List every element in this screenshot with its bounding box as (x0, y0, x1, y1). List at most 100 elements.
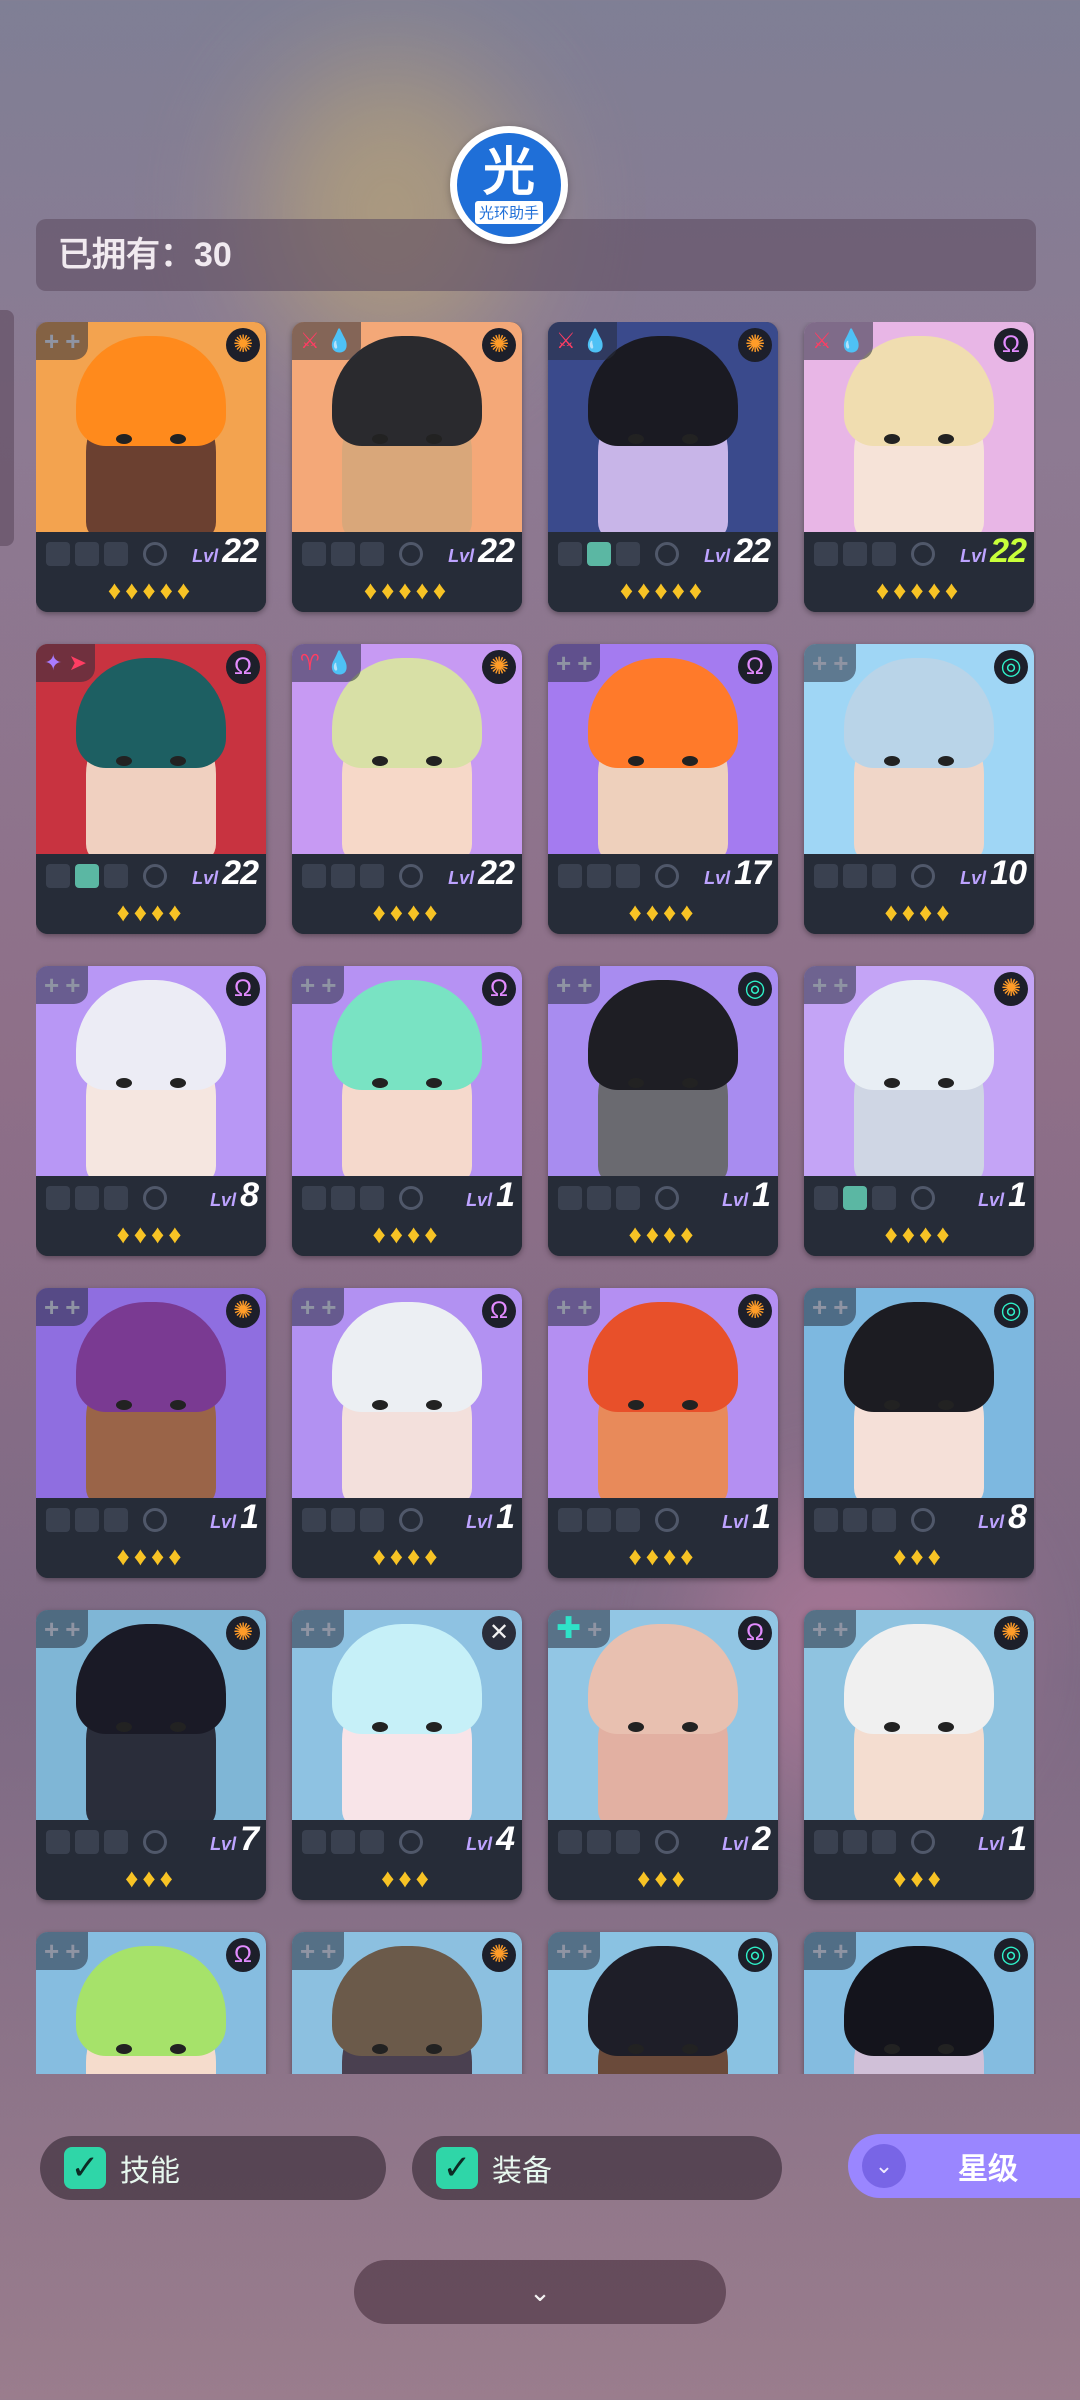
hero-card[interactable]: + + Ω Lvl 17 ♦♦♦♦ (548, 644, 778, 934)
add-slot-icon[interactable]: + (812, 1294, 827, 1320)
equipment-slot (46, 1186, 70, 1210)
star-sort-button[interactable]: ⌄ 星级 (848, 2134, 1080, 2198)
skill-filter-toggle[interactable]: ✓ 技能 (40, 2136, 386, 2200)
add-slot-icon[interactable]: + (44, 328, 59, 354)
equipment-slot (331, 1508, 355, 1532)
add-slot-icon[interactable]: + (300, 1294, 315, 1320)
add-slot-icon[interactable]: + (833, 972, 848, 998)
equipment-filter-toggle[interactable]: ✓ 装备 (412, 2136, 782, 2200)
add-slot-icon[interactable]: + (833, 1294, 848, 1320)
gear-icon (911, 542, 935, 566)
hero-status-icons: + + (292, 1932, 345, 1970)
hero-card[interactable]: ⚔ 💧 ✺ Lvl 22 ♦♦♦♦♦ (292, 322, 522, 612)
add-slot-icon[interactable]: + (44, 1294, 59, 1320)
equipment-slot (616, 542, 640, 566)
add-slot-icon[interactable]: + (321, 1938, 336, 1964)
side-drawer-handle[interactable] (0, 310, 14, 546)
hero-card[interactable]: + + Ω Lvl 1 ♦♦♦♦ (292, 966, 522, 1256)
add-slot-icon[interactable]: + (321, 1616, 336, 1642)
add-slot-icon[interactable]: + (65, 328, 80, 354)
add-slot-icon[interactable]: + (812, 1938, 827, 1964)
add-slot-icon[interactable]: + (65, 1616, 80, 1642)
add-slot-icon[interactable]: + (833, 1938, 848, 1964)
hero-eyes (884, 2044, 954, 2054)
hero-hair (76, 980, 226, 1090)
add-slot-icon[interactable]: + (577, 1938, 592, 1964)
checkbox-icon[interactable]: ✓ (436, 2147, 478, 2189)
star-rating: ♦♦♦♦♦ (875, 575, 963, 605)
add-slot-icon[interactable]: + (300, 972, 315, 998)
star-rating: ♦♦♦♦♦ (619, 575, 707, 605)
hero-card[interactable]: ⚔ 💧 Ω Lvl 22 ♦♦♦♦♦ (804, 322, 1034, 612)
add-slot-icon[interactable]: + (321, 972, 336, 998)
hero-card[interactable]: ✦ ➤ Ω Lvl 22 ♦♦♦♦ (36, 644, 266, 934)
hero-card[interactable]: + + Ω Lvl 8 ♦♦♦♦ (36, 966, 266, 1256)
add-slot-icon[interactable]: + (556, 1938, 571, 1964)
gear-icon (655, 1508, 679, 1532)
hero-card[interactable]: + + ◎ Lvl 8 ♦♦♦ (804, 1288, 1034, 1578)
equipment-slot (75, 542, 99, 566)
hero-card[interactable]: + + ◎ (804, 1932, 1034, 2074)
add-slot-icon[interactable]: + (577, 972, 592, 998)
level-value: 1 (496, 1176, 515, 1214)
hero-info-panel: Lvl 22 ♦♦♦♦♦ (804, 532, 1034, 612)
hero-card[interactable]: + + Ω Lvl 1 ♦♦♦♦ (292, 1288, 522, 1578)
hero-card[interactable]: + + ◎ (548, 1932, 778, 2074)
hero-level: Lvl 1 (466, 1176, 515, 1216)
level-value: 22 (478, 532, 515, 570)
add-slot-icon[interactable]: + (556, 650, 571, 676)
hero-card[interactable]: ✚ + Ω Lvl 2 ♦♦♦ (548, 1610, 778, 1900)
add-slot-icon[interactable]: + (833, 650, 848, 676)
add-slot-icon[interactable]: + (833, 1616, 848, 1642)
hero-class-icon: ◎ (994, 650, 1028, 684)
add-slot-icon[interactable]: + (587, 1616, 602, 1642)
gear-icon (911, 1186, 935, 1210)
equipment-slots (302, 1186, 384, 1210)
hero-card[interactable]: + + ✺ Lvl 1 ♦♦♦♦ (36, 1288, 266, 1578)
add-slot-icon[interactable]: + (577, 1294, 592, 1320)
hero-class-icon: ✺ (994, 1616, 1028, 1650)
add-slot-icon[interactable]: + (65, 1294, 80, 1320)
add-slot-icon[interactable]: + (300, 1616, 315, 1642)
hero-card[interactable]: + + ◎ Lvl 10 ♦♦♦♦ (804, 644, 1034, 934)
hero-card[interactable]: + + ✺ Lvl 1 ♦♦♦♦ (804, 966, 1034, 1256)
checkbox-icon[interactable]: ✓ (64, 2147, 106, 2189)
hero-card[interactable]: + + ✺ Lvl 7 ♦♦♦ (36, 1610, 266, 1900)
hero-status-icons: + + (804, 1932, 857, 1970)
add-slot-icon[interactable]: + (321, 1294, 336, 1320)
hero-card[interactable]: + + ✺ Lvl 1 ♦♦♦♦ (548, 1288, 778, 1578)
hero-card[interactable]: + + Ω (36, 1932, 266, 2074)
add-slot-icon[interactable]: + (65, 972, 80, 998)
hero-card[interactable]: ⚔ 💧 ✺ Lvl 22 ♦♦♦♦♦ (548, 322, 778, 612)
gear-icon (143, 864, 167, 888)
hero-card[interactable]: + + ✺ (292, 1932, 522, 2074)
level-prefix: Lvl (192, 546, 219, 566)
equipment-slot (331, 1830, 355, 1854)
add-slot-icon[interactable]: + (812, 972, 827, 998)
hero-card[interactable]: + + ✺ Lvl 1 ♦♦♦ (804, 1610, 1034, 1900)
add-slot-icon[interactable]: + (556, 1294, 571, 1320)
add-slot-icon[interactable]: + (44, 1938, 59, 1964)
hero-card[interactable]: ♈ 💧 ✺ Lvl 22 ♦♦♦♦ (292, 644, 522, 934)
add-slot-icon[interactable]: + (812, 650, 827, 676)
add-slot-icon[interactable]: + (300, 1938, 315, 1964)
add-slot-icon[interactable]: + (65, 1938, 80, 1964)
add-slot-icon[interactable]: + (556, 972, 571, 998)
hero-info-panel: Lvl 8 ♦♦♦♦ (36, 1176, 266, 1256)
collapse-button[interactable]: ⌄ (354, 2260, 726, 2324)
level-prefix: Lvl (978, 1834, 1005, 1854)
hero-hair (844, 980, 994, 1090)
add-slot-icon[interactable]: + (44, 972, 59, 998)
add-slot-icon[interactable]: + (44, 1616, 59, 1642)
star-rating: ♦♦♦ (125, 1863, 177, 1893)
hero-card[interactable]: + + ✕ Lvl 4 ♦♦♦ (292, 1610, 522, 1900)
equipment-slot (360, 1830, 384, 1854)
add-slot-icon[interactable]: + (812, 1616, 827, 1642)
hero-hair (332, 1624, 482, 1734)
add-slot-icon[interactable]: + (577, 650, 592, 676)
hero-card[interactable]: + + ✺ Lvl 22 ♦♦♦♦♦ (36, 322, 266, 612)
hero-card[interactable]: + + ◎ Lvl 1 ♦♦♦♦ (548, 966, 778, 1256)
hero-class-icon: ✺ (226, 1294, 260, 1328)
star-rating: ♦♦♦♦ (116, 897, 186, 927)
equipment-slot (331, 864, 355, 888)
